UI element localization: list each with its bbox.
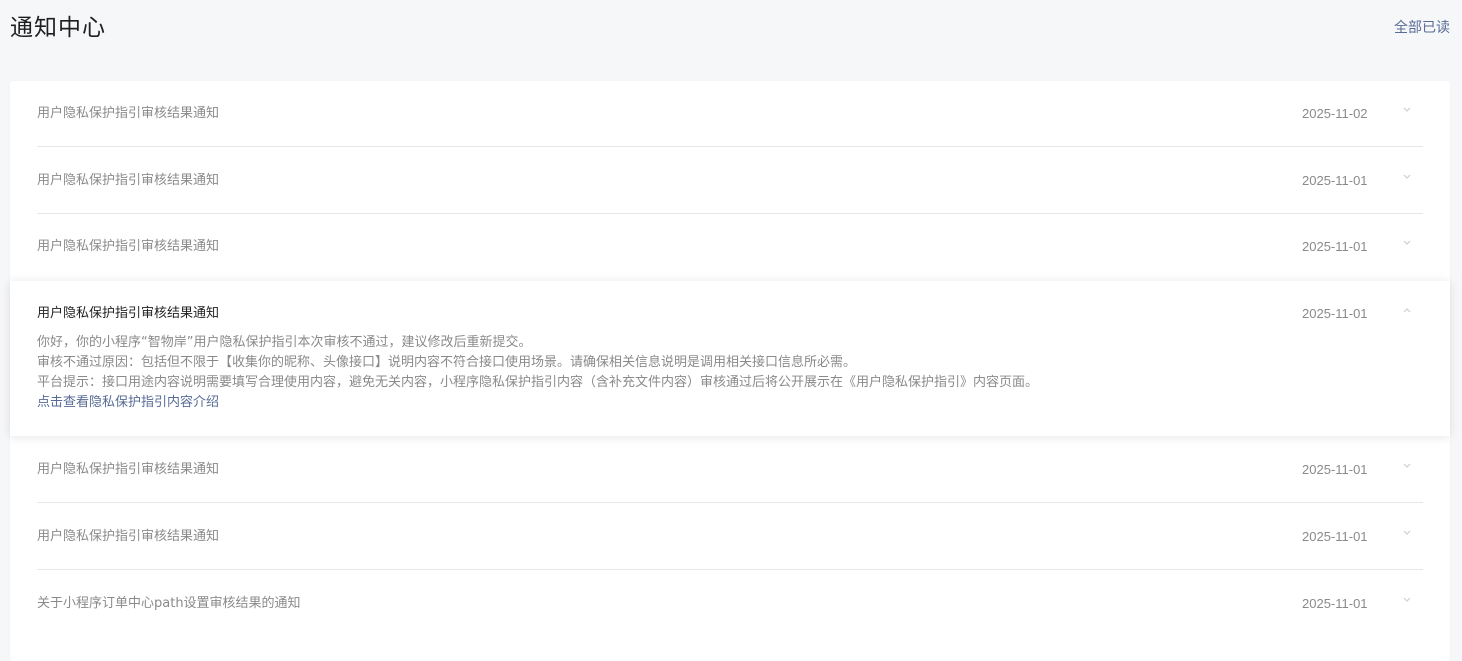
notification-title: 用户隐私保护指引审核结果通知 [37,106,220,121]
detail-line: 你好，你的小程序“智物岸”用户隐私保护指引本次审核不通过，建议修改后重新提交。 [37,335,532,350]
notification-title: 关于小程序订单中心path设置审核结果的通知 [37,596,301,611]
notification-row[interactable]: 用户隐私保护指引审核结果通知 2025-11-01 [10,148,1450,214]
notification-row[interactable]: 关于小程序订单中心path设置审核结果的通知 2025-11-01 [10,571,1450,637]
notification-title: 用户隐私保护指引审核结果通知 [37,462,220,477]
notification-date: 2025-11-01 [1302,462,1368,477]
notification-date: 2025-11-01 [1302,239,1368,254]
notification-title: 用户隐私保护指引审核结果通知 [37,239,220,254]
mark-all-read-button[interactable]: 全部已读 [1394,18,1450,38]
notification-row[interactable]: 用户隐私保护指引审核结果通知 2025-11-01 [10,214,1450,280]
chevron-down-icon[interactable] [1403,240,1411,248]
chevron-down-icon[interactable] [1403,107,1411,115]
notification-row[interactable]: 用户隐私保护指引审核结果通知 2025-11-01 [10,504,1450,570]
chevron-down-icon[interactable] [1403,530,1411,538]
chevron-up-icon[interactable] [1403,307,1411,315]
chevron-down-icon[interactable] [1403,597,1411,605]
notification-date: 2025-11-01 [1302,173,1368,188]
page-title: 通知中心 [10,15,106,41]
chevron-down-icon[interactable] [1403,174,1411,182]
notification-list: 用户隐私保护指引审核结果通知 2025-11-02 用户隐私保护指引审核结果通知… [10,81,1450,661]
divider [37,569,1423,570]
divider [37,146,1423,147]
page-header: 通知中心 全部已读 [0,0,1462,60]
detail-line: 平台提示：接口用途内容说明需要填写合理使用内容，避免无关内容，小程序隐私保护指引… [37,375,1039,390]
notification-row-expanded[interactable]: 用户隐私保护指引审核结果通知 2025-11-01 你好，你的小程序“智物岸”用… [10,281,1450,436]
notification-title: 用户隐私保护指引审核结果通知 [37,529,220,544]
privacy-guide-link[interactable]: 点击查看隐私保护指引内容介绍 [37,393,1337,413]
notification-title: 用户隐私保护指引审核结果通知 [37,306,220,321]
notification-detail: 你好，你的小程序“智物岸”用户隐私保护指引本次审核不通过，建议修改后重新提交。 … [37,333,1337,413]
notification-date: 2025-11-01 [1302,529,1368,544]
detail-line: 审核不通过原因：包括但不限于【收集你的昵称、头像接口】说明内容不符合接口使用场景… [37,355,857,370]
notification-title: 用户隐私保护指引审核结果通知 [37,173,220,188]
notification-date: 2025-11-02 [1302,106,1368,121]
notification-date: 2025-11-01 [1302,306,1368,321]
notification-row[interactable]: 用户隐私保护指引审核结果通知 2025-11-02 [10,81,1450,147]
notification-date: 2025-11-01 [1302,596,1368,611]
notification-row[interactable]: 用户隐私保护指引审核结果通知 2025-11-01 [10,437,1450,503]
divider [37,502,1423,503]
chevron-down-icon[interactable] [1403,463,1411,471]
